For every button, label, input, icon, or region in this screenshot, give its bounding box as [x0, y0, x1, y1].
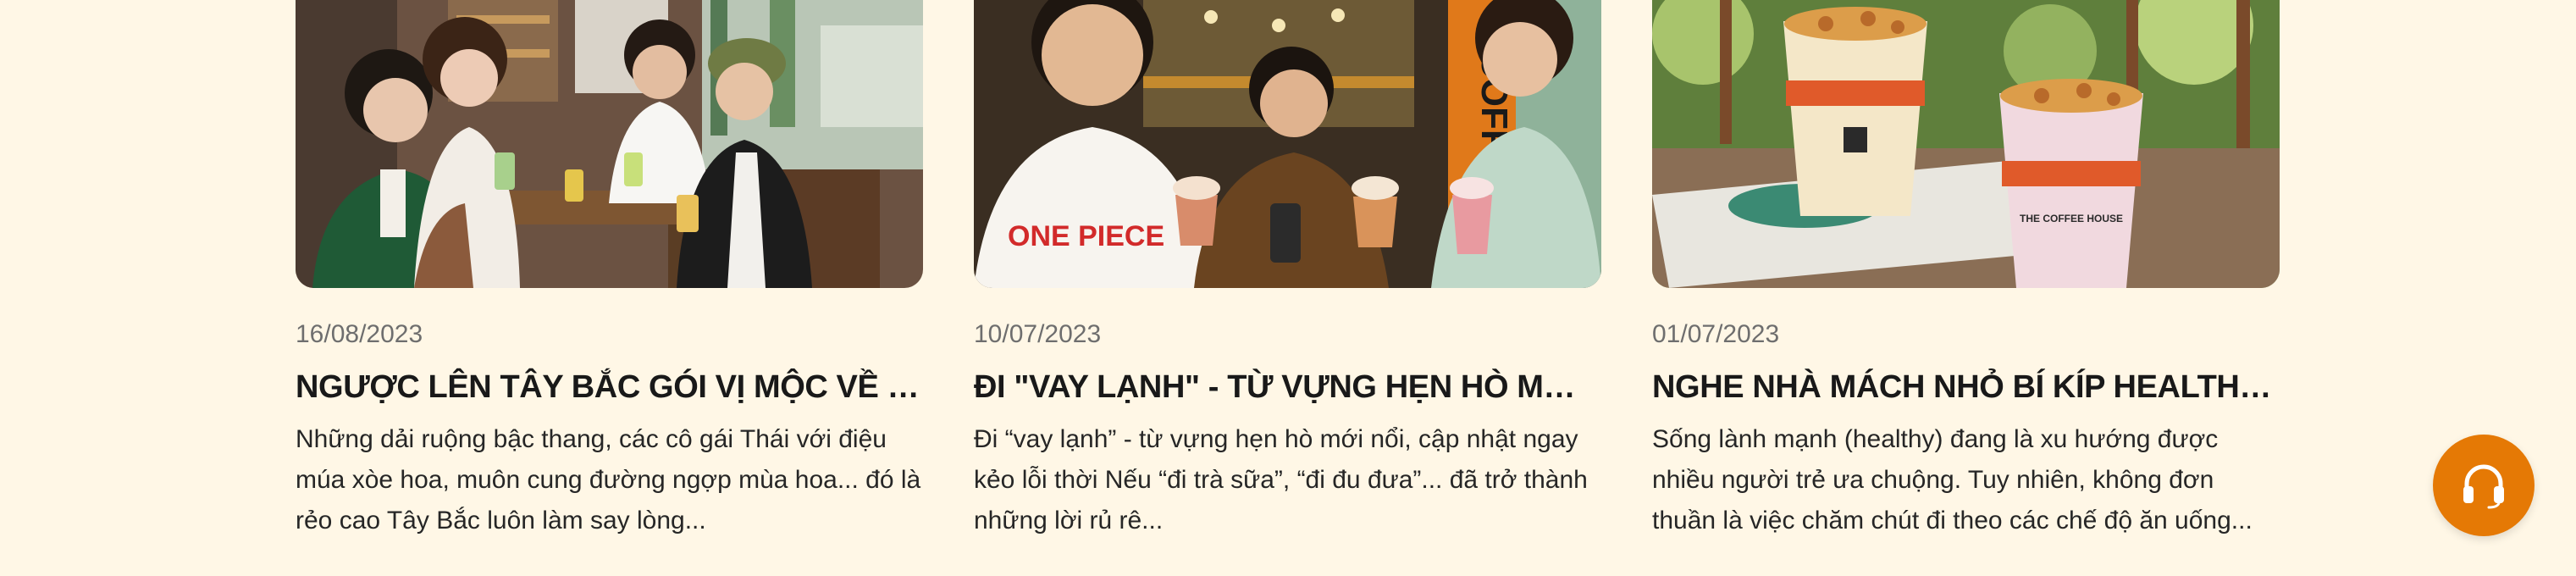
headset-icon — [2463, 464, 2504, 509]
article-excerpt: Sống lành mạnh (healthy) đang là xu hướn… — [1652, 425, 2253, 534]
cafe-friends-photo — [296, 0, 923, 288]
cup-brand-text: THE COFFEE HOUSE — [2020, 213, 2123, 224]
article-list: 16/08/2023 NGƯỢC LÊN TÂY BẮC GÓI VỊ MỘC … — [296, 0, 2280, 541]
article-excerpt: Đi “vay lạnh” - từ vựng hẹn hò mới nổi, … — [974, 425, 1588, 534]
news-section: 16/08/2023 NGƯỢC LÊN TÂY BẮC GÓI VỊ MỘC … — [0, 0, 2576, 576]
healthy-drinks-photo: THE COFFEE HOUSE — [1652, 0, 2280, 288]
article-thumbnail[interactable]: COFFEE HO ONE PIECE — [974, 0, 1601, 288]
article-title[interactable]: NGHE NHÀ MÁCH NHỎ BÍ KÍP HEALTHY GỌN NHẸ — [1652, 365, 2280, 409]
article-card[interactable]: THE COFFEE HOUSE 01/07/2023 NGHE NHÀ MÁC… — [1652, 0, 2280, 541]
support-button[interactable] — [2433, 435, 2535, 536]
article-title[interactable]: NGƯỢC LÊN TÂY BẮC GÓI VỊ MỘC VỀ XUÔI — [296, 365, 923, 409]
article-excerpt: Những dải ruộng bậc thang, các cô gái Th… — [296, 425, 921, 534]
friends-drinks-photo: COFFEE HO ONE PIECE — [974, 0, 1601, 288]
article-card[interactable]: COFFEE HO ONE PIECE — [974, 0, 1601, 541]
article-thumbnail[interactable]: THE COFFEE HOUSE — [1652, 0, 2280, 288]
article-card[interactable]: 16/08/2023 NGƯỢC LÊN TÂY BẮC GÓI VỊ MỘC … — [296, 0, 923, 541]
shirt-print-text: ONE PIECE — [1008, 220, 1164, 252]
article-title[interactable]: ĐI "VAY LẠNH" - TỪ VỰNG HẸN HÒ MỚI NỔI C… — [974, 365, 1601, 409]
article-date: 10/07/2023 — [974, 320, 1102, 348]
article-date: 16/08/2023 — [296, 320, 423, 348]
article-thumbnail[interactable] — [296, 0, 923, 288]
article-date: 01/07/2023 — [1652, 320, 1780, 348]
